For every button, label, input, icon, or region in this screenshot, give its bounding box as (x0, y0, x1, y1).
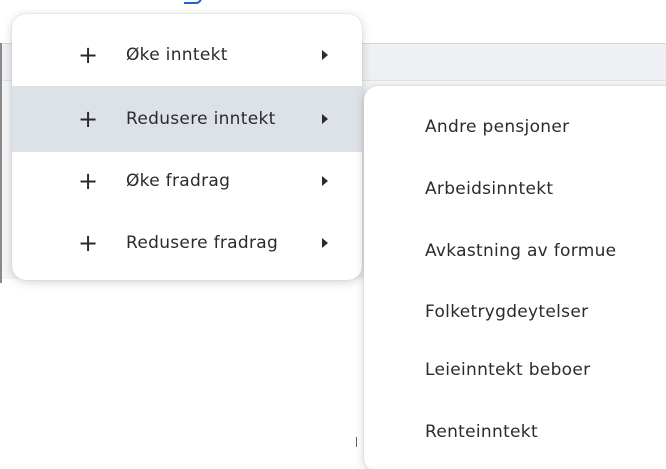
submenu-item-label: Renteinntekt (425, 422, 538, 442)
plus-icon: + (78, 41, 99, 69)
menu-item-oke-fradrag[interactable]: + Øke fradrag (12, 148, 362, 214)
menu-item-label: Redusere inntekt (126, 109, 276, 129)
background-panel-edge (0, 43, 2, 283)
menu-item-label: Øke inntekt (126, 45, 228, 65)
plus-icon: + (78, 105, 99, 133)
screen: + Øke inntekt + Redusere inntekt + Øke f… (0, 0, 666, 469)
submenu-item-arbeidsinntekt[interactable]: Arbeidsinntekt (364, 158, 666, 220)
menu-item-label: Øke fradrag (126, 171, 231, 191)
menu-item-redusere-fradrag[interactable]: + Redusere fradrag (12, 210, 362, 276)
submenu-item-andre-pensjoner[interactable]: Andre pensjoner (364, 96, 666, 158)
submenu-item-folketrygdeytelser[interactable]: Folketrygdeytelser (364, 281, 666, 343)
submenu-item-label: Avkastning av formue (425, 241, 617, 261)
menu-item-redusere-inntekt[interactable]: + Redusere inntekt (12, 86, 362, 152)
plus-icon: + (78, 167, 99, 195)
menu-item-label: Redusere fradrag (126, 233, 279, 253)
background-link-fragment (184, 0, 202, 4)
submenu-item-label: Folketrygdeytelser (425, 302, 589, 322)
context-menu: + Øke inntekt + Redusere inntekt + Øke f… (12, 14, 362, 280)
chevron-right-icon (322, 50, 328, 60)
background-tick (356, 437, 357, 447)
submenu: Andre pensjoner Arbeidsinntekt Avkastnin… (364, 86, 666, 469)
submenu-item-label: Leieinntekt beboer (425, 360, 591, 380)
plus-icon: + (78, 229, 99, 257)
submenu-item-leieinntekt-beboer[interactable]: Leieinntekt beboer (364, 339, 666, 401)
chevron-right-icon (322, 114, 328, 124)
submenu-item-label: Arbeidsinntekt (425, 179, 554, 199)
submenu-item-renteinntekt[interactable]: Renteinntekt (364, 401, 666, 463)
menu-item-oke-inntekt[interactable]: + Øke inntekt (12, 22, 362, 88)
submenu-item-avkastning-av-formue[interactable]: Avkastning av formue (364, 220, 666, 282)
chevron-right-icon (322, 176, 328, 186)
chevron-right-icon (322, 238, 328, 248)
submenu-item-label: Andre pensjoner (425, 117, 570, 137)
